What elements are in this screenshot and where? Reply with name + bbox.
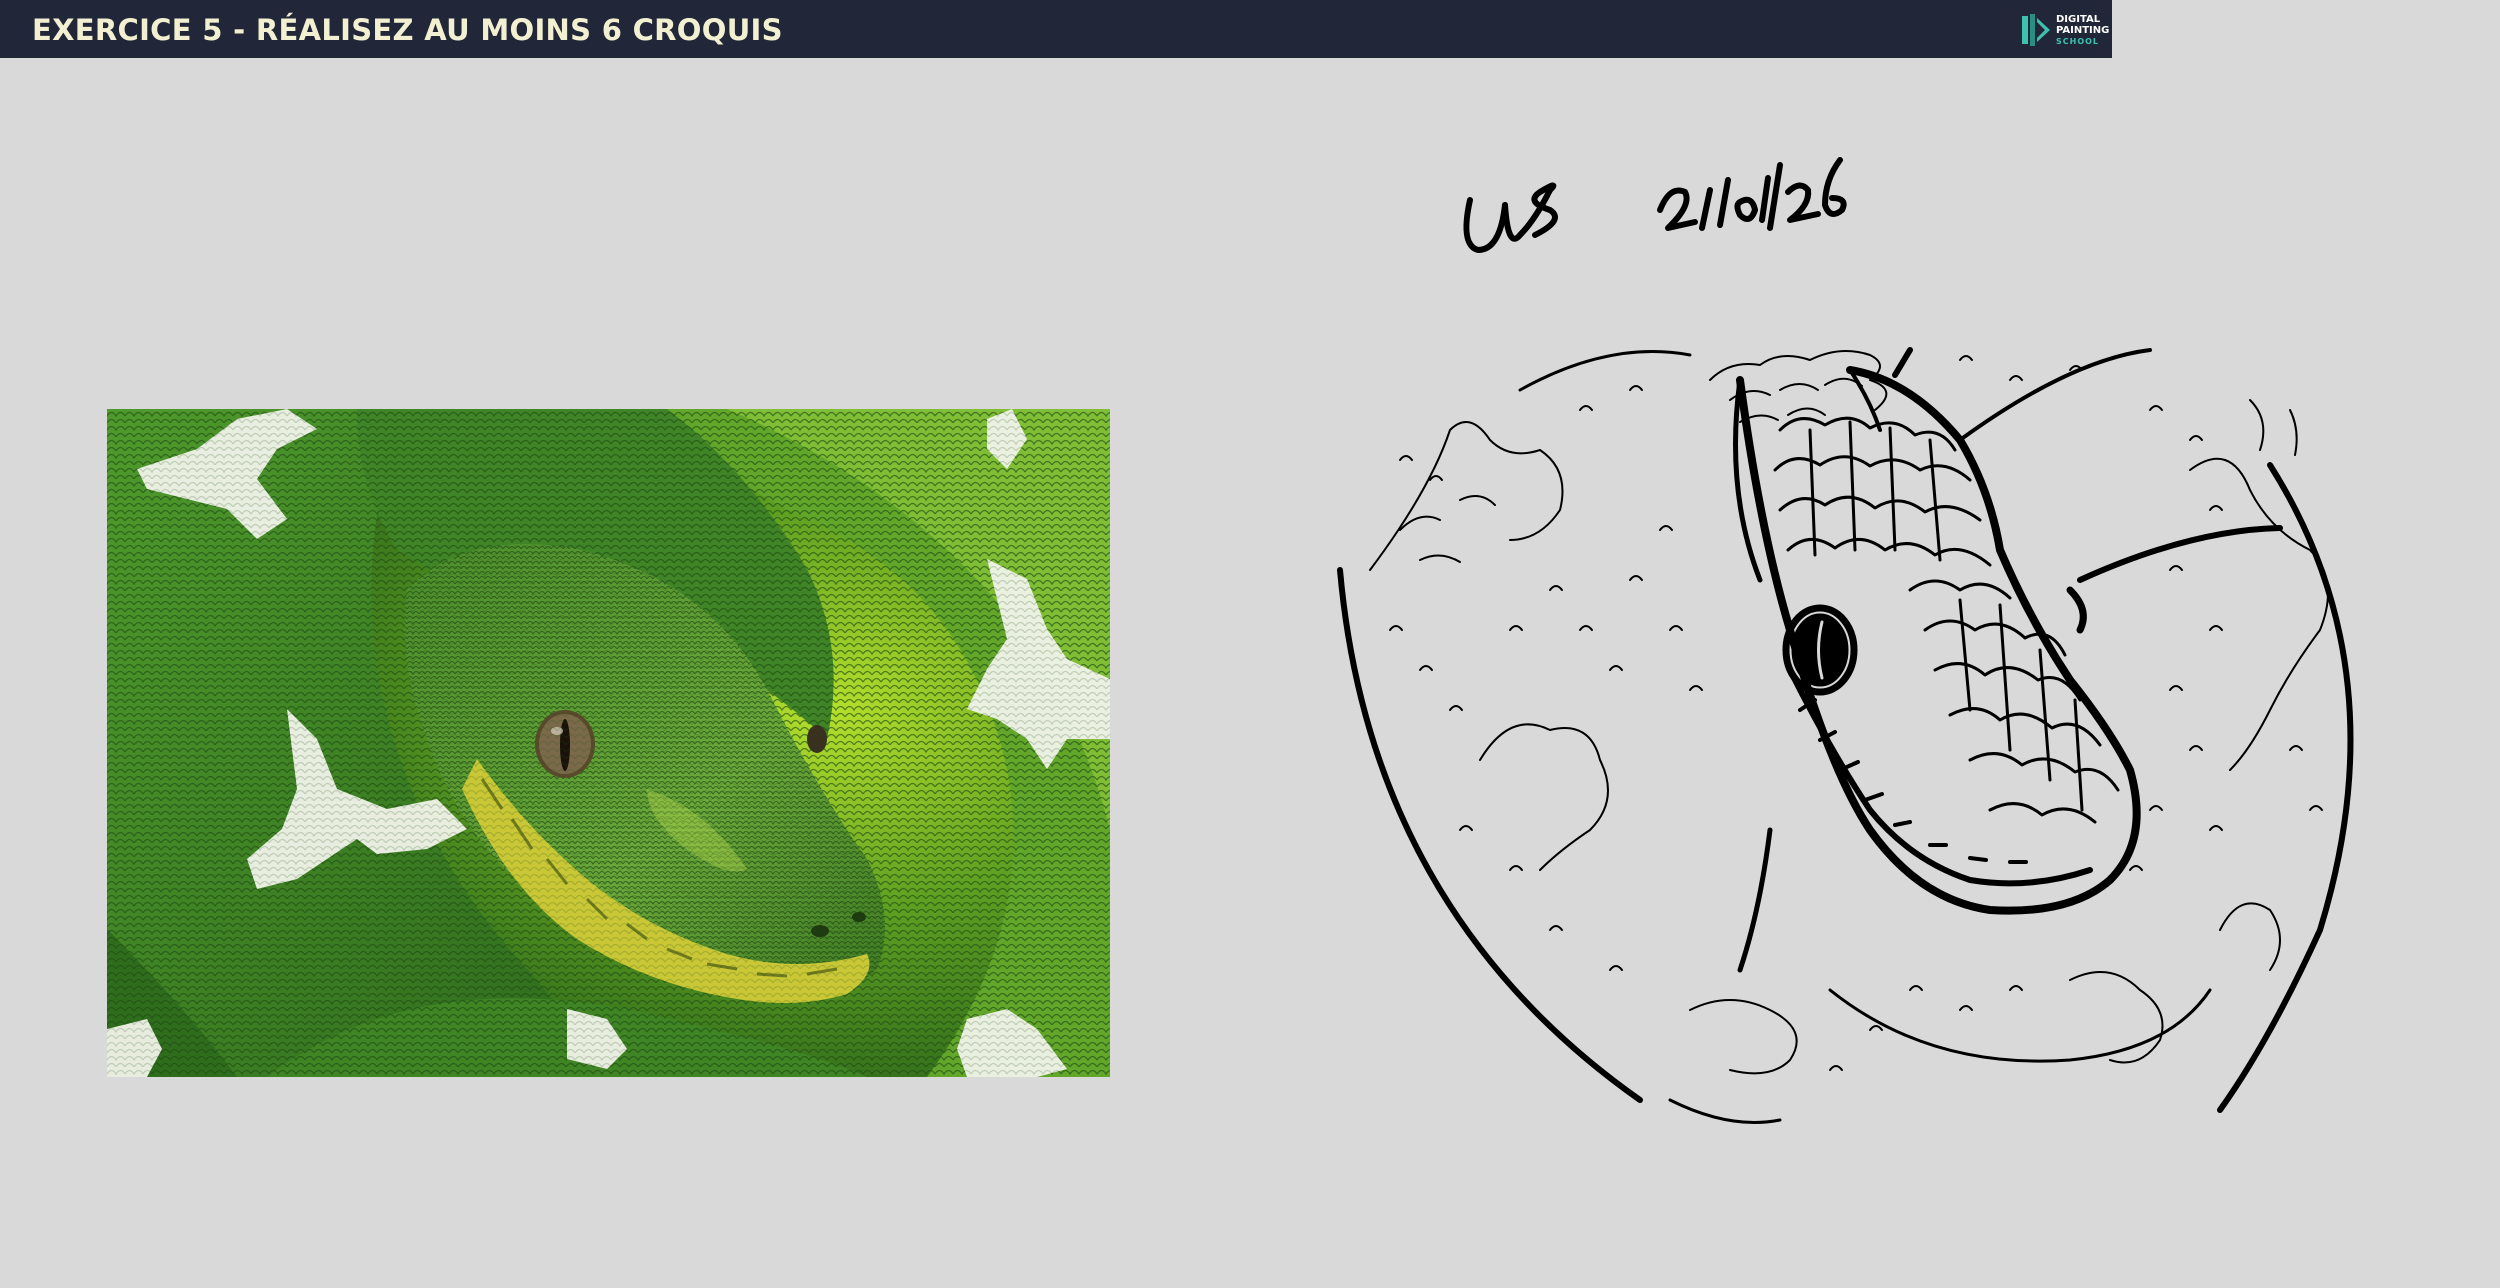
- sketch-drawing: [1310, 110, 2430, 1170]
- logo-text-line-3: SCHOOL: [2056, 37, 2100, 46]
- snake-line-drawing: [1337, 157, 2354, 1124]
- title-bar: EXERCICE 5 - RÉALISEZ AU MOINS 6 CROQUIS…: [0, 0, 2112, 58]
- reference-photo: [107, 409, 1110, 1077]
- logo-text-line-1: DIGITAL: [2056, 14, 2101, 25]
- green-tree-python-photo: [107, 409, 1110, 1077]
- logo-text-line-2: PAINTING: [2056, 25, 2110, 36]
- page-title: EXERCICE 5 - RÉALISEZ AU MOINS 6 CROQUIS: [32, 13, 783, 47]
- logo: DIGITAL PAINTING SCHOOL: [2018, 8, 2110, 50]
- brush-logo-icon: [2022, 14, 2050, 46]
- signature: [1463, 157, 1847, 253]
